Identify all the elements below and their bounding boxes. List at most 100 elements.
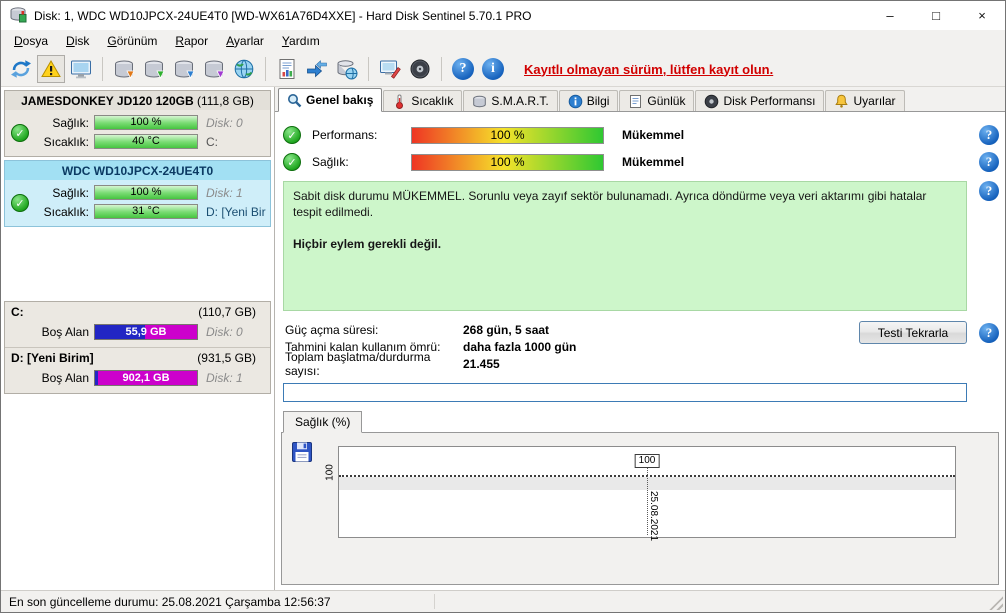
- website-button[interactable]: [230, 55, 258, 83]
- disk-detail-button[interactable]: [406, 55, 434, 83]
- statusbar-divider: [434, 594, 435, 609]
- disk-header: JAMESDONKEY JD120 120GB (111,8 GB): [5, 91, 270, 110]
- display-settings-button[interactable]: [67, 55, 95, 83]
- stat-label: Toplam başlatma/durdurma sayısı:: [285, 349, 431, 378]
- tab-genel-bakis[interactable]: Genel bakış: [278, 88, 383, 112]
- info-button[interactable]: i: [479, 55, 507, 83]
- disk-item-1[interactable]: WDC WD10JPCX-24UE4T0 ✓ Sağlık: 100 % Dis…: [4, 160, 271, 227]
- drive-letter-label: D: [Yeni Birim]: [206, 204, 266, 219]
- minimize-button[interactable]: –: [867, 1, 913, 30]
- help-icon[interactable]: ?: [979, 125, 999, 145]
- save-chart-button[interactable]: [291, 441, 315, 465]
- surface-test-button[interactable]: [376, 55, 404, 83]
- main-content: Genel bakış Sıcaklık S.M.A.R.T. Bilgi Gü…: [275, 87, 1005, 590]
- chart-tab-saglik[interactable]: Sağlık (%): [283, 411, 363, 433]
- document-icon: [279, 59, 295, 79]
- menu-ayarlar[interactable]: Ayarlar: [217, 31, 273, 51]
- menu-dosya[interactable]: Dosya: [5, 31, 57, 51]
- refresh-button[interactable]: [7, 55, 35, 83]
- temperature-label: Sıcaklık:: [43, 204, 89, 219]
- close-button[interactable]: ×: [959, 1, 1005, 30]
- report-button[interactable]: [273, 55, 301, 83]
- dark-disk-icon: [410, 59, 430, 79]
- disk-name: WDC WD10JPCX-24UE4T0: [61, 164, 214, 178]
- disk-rows: ✓ Sağlık: 100 % Disk: 1 Sıcaklık: 31 °C …: [5, 180, 270, 226]
- toolbar-separator: [441, 57, 442, 81]
- partition-item-d[interactable]: D: [Yeni Birim] (931,5 GB) Boş Alan 902,…: [5, 348, 270, 393]
- send-report-button[interactable]: [303, 55, 331, 83]
- x-axis-tick: 25.08.2021: [648, 491, 659, 542]
- health-row: Sağlık: 100 % Disk: 0: [35, 113, 266, 132]
- health-label: Sağlık:: [312, 155, 349, 169]
- title-bar: Disk: 1, WDC WD10JPCX-24UE4T0 [WD-WX61A7…: [1, 1, 1005, 30]
- menu-rapor[interactable]: Rapor: [166, 31, 217, 51]
- network-disk-button[interactable]: [333, 55, 361, 83]
- tab-uyarilar[interactable]: Uyarılar: [825, 90, 905, 111]
- resize-grip[interactable]: [989, 596, 1003, 610]
- help-icon[interactable]: ?: [979, 152, 999, 172]
- partition-list: C: (110,7 GB) Boş Alan 55,9 GB Disk: 0 D…: [4, 301, 271, 394]
- health-label: Sağlık:: [52, 115, 89, 130]
- menu-gorunum[interactable]: Görünüm: [98, 31, 166, 51]
- help-icon[interactable]: ?: [979, 322, 999, 343]
- help-icon: ?: [452, 58, 474, 80]
- partition-name: D: [Yeni Birim]: [11, 351, 94, 365]
- app-window: Disk: 1, WDC WD10JPCX-24UE4T0 [WD-WX61A7…: [0, 0, 1006, 613]
- disk-test-button-3[interactable]: [170, 55, 198, 83]
- health-label: Sağlık:: [52, 185, 89, 200]
- alerts-button[interactable]: [37, 55, 65, 83]
- disk-item-0[interactable]: JAMESDONKEY JD120 120GB (111,8 GB) ✓ Sağ…: [4, 90, 271, 157]
- tab-label: Uyarılar: [853, 94, 896, 108]
- disk-test-button-2[interactable]: [140, 55, 168, 83]
- partition-rows: Boş Alan 55,9 GB Disk: 0: [5, 320, 270, 347]
- free-space-bar: 902,1 GB: [94, 369, 198, 386]
- partition-header: C: (110,7 GB): [5, 302, 270, 320]
- stat-value: 21.455: [463, 356, 500, 371]
- retest-button[interactable]: Testi Tekrarla: [859, 321, 967, 344]
- partition-rows: Boş Alan 902,1 GB Disk: 1: [5, 366, 270, 393]
- disk-index-label: Disk: 1: [206, 185, 243, 200]
- info-icon: i: [482, 58, 504, 80]
- stat-value: 268 gün, 5 saat: [463, 322, 550, 337]
- disk-name: JAMESDONKEY JD120 120GB: [21, 94, 194, 108]
- maximize-button[interactable]: □: [913, 1, 959, 30]
- performance-label: Performans:: [312, 128, 378, 142]
- partition-name: C:: [11, 305, 24, 319]
- partition-item-c[interactable]: C: (110,7 GB) Boş Alan 55,9 GB Disk: 0: [5, 302, 270, 347]
- menu-bar: Dosya Disk Görünüm Rapor Ayarlar Yardım: [1, 30, 1005, 52]
- main-area: JAMESDONKEY JD120 120GB (111,8 GB) ✓ Sağ…: [1, 87, 1005, 590]
- monitor-pen-icon: [380, 60, 401, 79]
- stat-label: Güç açma süresi:: [285, 322, 379, 337]
- menu-yardim[interactable]: Yardım: [273, 31, 329, 51]
- tab-bilgi[interactable]: Bilgi: [558, 90, 619, 111]
- help-icon[interactable]: ?: [979, 181, 999, 201]
- tab-sicaklik[interactable]: Sıcaklık: [383, 90, 463, 111]
- temperature-row: Sıcaklık: 31 °C D: [Yeni Birim]: [35, 202, 266, 221]
- tab-smart[interactable]: S.M.A.R.T.: [463, 90, 558, 111]
- register-link[interactable]: Kayıtlı olmayan sürüm, lütfen kayıt olun…: [524, 62, 773, 77]
- text-input[interactable]: [283, 383, 967, 402]
- tab-label: Bilgi: [586, 94, 610, 108]
- tab-disk-performansi[interactable]: Disk Performansı: [695, 90, 825, 111]
- tab-label: Disk Performansı: [723, 94, 816, 108]
- disk-index-label: Disk: 0: [206, 324, 243, 339]
- menu-disk[interactable]: Disk: [57, 31, 98, 51]
- stats-list: Güç açma süresi: 268 gün, 5 saat Tahmini…: [285, 319, 859, 378]
- tab-label: Sıcaklık: [411, 94, 454, 108]
- point-value-label: 100: [634, 454, 660, 468]
- disk-test-button-4[interactable]: [200, 55, 228, 83]
- stat-value: daha fazla 1000 gün: [463, 339, 577, 354]
- disk-test-button-1[interactable]: [110, 55, 138, 83]
- tab-label: S.M.A.R.T.: [491, 94, 549, 108]
- health-bar: 100 %: [94, 185, 198, 200]
- tab-gunluk[interactable]: Günlük: [619, 90, 695, 111]
- disk-stack-icon: [115, 60, 135, 79]
- partition-size: (110,7 GB): [198, 305, 256, 319]
- window-title: Disk: 1, WDC WD10JPCX-24UE4T0 [WD-WX61A7…: [34, 8, 532, 23]
- free-space-bar: 55,9 GB: [94, 323, 198, 340]
- health-row: Sağlık: 100 % Disk: 1: [35, 183, 266, 202]
- help-button[interactable]: ?: [449, 55, 477, 83]
- status-ok-icon: ✓: [283, 153, 301, 171]
- temperature-row: Sıcaklık: 40 °C C:: [35, 132, 266, 151]
- disk-index-label: Disk: 1: [206, 370, 243, 385]
